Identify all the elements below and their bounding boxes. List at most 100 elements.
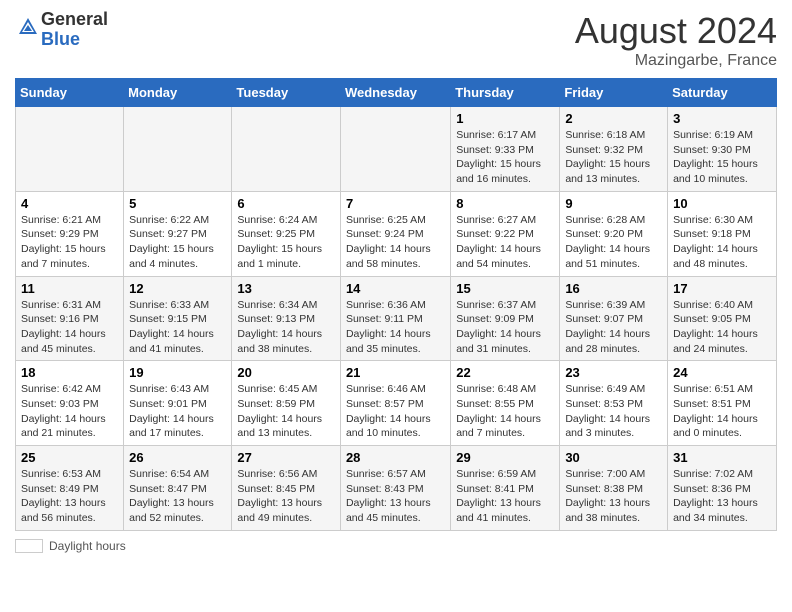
calendar-cell: 19Sunrise: 6:43 AM Sunset: 9:01 PM Dayli… xyxy=(124,361,232,446)
day-info: Sunrise: 6:19 AM Sunset: 9:30 PM Dayligh… xyxy=(673,128,771,187)
day-info: Sunrise: 6:17 AM Sunset: 9:33 PM Dayligh… xyxy=(456,128,554,187)
day-number: 28 xyxy=(346,450,445,465)
calendar-cell: 14Sunrise: 6:36 AM Sunset: 9:11 PM Dayli… xyxy=(340,276,450,361)
day-info: Sunrise: 6:42 AM Sunset: 9:03 PM Dayligh… xyxy=(21,382,118,441)
calendar-cell: 8 Sunrise: 6:27 AM Sunset: 9:22 PM Daylig… xyxy=(451,191,560,276)
calendar-week-row: 1 Sunrise: 6:17 AM Sunset: 9:33 PM Daylig… xyxy=(16,107,777,192)
calendar-cell: 17 Sunrise: 6:40 AM Sunset: 9:05 PM Dayli… xyxy=(668,276,777,361)
day-info: Sunrise: 6:59 AM Sunset: 8:41 PM Dayligh… xyxy=(456,467,554,526)
calendar-week-row: 11 Sunrise: 6:31 AM Sunset: 9:16 PM Dayli… xyxy=(16,276,777,361)
day-info: Sunrise: 6:48 AM Sunset: 8:55 PM Dayligh… xyxy=(456,382,554,441)
day-info: Sunrise: 6:22 AM Sunset: 9:27 PM Dayligh… xyxy=(129,213,226,272)
day-number: 11 xyxy=(21,281,118,296)
day-info: Sunrise: 6:33 AM Sunset: 9:15 PM Dayligh… xyxy=(129,298,226,357)
day-number: 30 xyxy=(565,450,662,465)
calendar-cell: 25 Sunrise: 6:53 AM Sunset: 8:49 PM Dayli… xyxy=(16,446,124,531)
calendar-cell: 4 Sunrise: 6:21 AM Sunset: 9:29 PM Daylig… xyxy=(16,191,124,276)
calendar-cell: 1 Sunrise: 6:17 AM Sunset: 9:33 PM Daylig… xyxy=(451,107,560,192)
calendar-week-row: 4 Sunrise: 6:21 AM Sunset: 9:29 PM Daylig… xyxy=(16,191,777,276)
day-info: Sunrise: 7:02 AM Sunset: 8:36 PM Dayligh… xyxy=(673,467,771,526)
weekday-header-row: SundayMondayTuesdayWednesdayThursdayFrid… xyxy=(16,79,777,107)
calendar-cell: 11 Sunrise: 6:31 AM Sunset: 9:16 PM Dayli… xyxy=(16,276,124,361)
day-info: Sunrise: 6:39 AM Sunset: 9:07 PM Dayligh… xyxy=(565,298,662,357)
calendar-cell xyxy=(16,107,124,192)
day-number: 8 xyxy=(456,196,554,211)
day-number: 13 xyxy=(237,281,335,296)
day-number: 21 xyxy=(346,365,445,380)
calendar-cell xyxy=(340,107,450,192)
day-number: 27 xyxy=(237,450,335,465)
calendar-cell: 27 Sunrise: 6:56 AM Sunset: 8:45 PM Dayli… xyxy=(232,446,341,531)
calendar-cell xyxy=(124,107,232,192)
logo-general: General xyxy=(41,9,108,29)
weekday-header-friday: Friday xyxy=(560,79,668,107)
day-info: Sunrise: 6:54 AM Sunset: 8:47 PM Dayligh… xyxy=(129,467,226,526)
day-number: 6 xyxy=(237,196,335,211)
day-number: 20 xyxy=(237,365,335,380)
day-info: Sunrise: 6:30 AM Sunset: 9:18 PM Dayligh… xyxy=(673,213,771,272)
day-number: 16 xyxy=(565,281,662,296)
logo: General Blue xyxy=(15,10,108,50)
day-number: 25 xyxy=(21,450,118,465)
footer-box xyxy=(15,539,43,553)
calendar-week-row: 18 Sunrise: 6:42 AM Sunset: 9:03 PM Dayli… xyxy=(16,361,777,446)
day-info: Sunrise: 6:27 AM Sunset: 9:22 PM Dayligh… xyxy=(456,213,554,272)
day-info: Sunrise: 6:53 AM Sunset: 8:49 PM Dayligh… xyxy=(21,467,118,526)
location: Mazingarbe, France xyxy=(575,52,777,70)
calendar-cell: 18 Sunrise: 6:42 AM Sunset: 9:03 PM Dayli… xyxy=(16,361,124,446)
day-info: Sunrise: 6:49 AM Sunset: 8:53 PM Dayligh… xyxy=(565,382,662,441)
month-year: August 2024 xyxy=(575,10,777,52)
calendar-cell: 28 Sunrise: 6:57 AM Sunset: 8:43 PM Dayli… xyxy=(340,446,450,531)
day-number: 24 xyxy=(673,365,771,380)
day-info: Sunrise: 6:57 AM Sunset: 8:43 PM Dayligh… xyxy=(346,467,445,526)
calendar-cell xyxy=(232,107,341,192)
day-number: 18 xyxy=(21,365,118,380)
weekday-header-thursday: Thursday xyxy=(451,79,560,107)
day-number: 17 xyxy=(673,281,771,296)
calendar-cell: 5 Sunrise: 6:22 AM Sunset: 9:27 PM Daylig… xyxy=(124,191,232,276)
calendar-cell: 15Sunrise: 6:37 AM Sunset: 9:09 PM Dayli… xyxy=(451,276,560,361)
footer: Daylight hours xyxy=(15,539,777,553)
calendar-cell: 7Sunrise: 6:25 AM Sunset: 9:24 PM Daylig… xyxy=(340,191,450,276)
day-number: 10 xyxy=(673,196,771,211)
logo-text: General Blue xyxy=(41,10,108,50)
calendar-cell: 16 Sunrise: 6:39 AM Sunset: 9:07 PM Dayli… xyxy=(560,276,668,361)
day-number: 26 xyxy=(129,450,226,465)
day-info: Sunrise: 6:46 AM Sunset: 8:57 PM Dayligh… xyxy=(346,382,445,441)
weekday-header-monday: Monday xyxy=(124,79,232,107)
calendar-table: SundayMondayTuesdayWednesdayThursdayFrid… xyxy=(15,78,777,531)
calendar-cell: 26 Sunrise: 6:54 AM Sunset: 8:47 PM Dayli… xyxy=(124,446,232,531)
day-info: Sunrise: 6:21 AM Sunset: 9:29 PM Dayligh… xyxy=(21,213,118,272)
weekday-header-saturday: Saturday xyxy=(668,79,777,107)
day-info: Sunrise: 6:24 AM Sunset: 9:25 PM Dayligh… xyxy=(237,213,335,272)
calendar-cell: 20 Sunrise: 6:45 AM Sunset: 8:59 PM Dayli… xyxy=(232,361,341,446)
day-info: Sunrise: 6:45 AM Sunset: 8:59 PM Dayligh… xyxy=(237,382,335,441)
calendar-cell: 24Sunrise: 6:51 AM Sunset: 8:51 PM Dayli… xyxy=(668,361,777,446)
day-number: 4 xyxy=(21,196,118,211)
day-info: Sunrise: 6:25 AM Sunset: 9:24 PM Dayligh… xyxy=(346,213,445,272)
day-info: Sunrise: 6:43 AM Sunset: 9:01 PM Dayligh… xyxy=(129,382,226,441)
logo-blue: Blue xyxy=(41,29,80,49)
title-block: August 2024 Mazingarbe, France xyxy=(575,10,777,70)
calendar-cell: 30Sunrise: 7:00 AM Sunset: 8:38 PM Dayli… xyxy=(560,446,668,531)
calendar-cell: 13 Sunrise: 6:34 AM Sunset: 9:13 PM Dayli… xyxy=(232,276,341,361)
day-info: Sunrise: 6:56 AM Sunset: 8:45 PM Dayligh… xyxy=(237,467,335,526)
calendar-cell: 23 Sunrise: 6:49 AM Sunset: 8:53 PM Dayli… xyxy=(560,361,668,446)
day-info: Sunrise: 6:36 AM Sunset: 9:11 PM Dayligh… xyxy=(346,298,445,357)
day-number: 23 xyxy=(565,365,662,380)
calendar-cell: 29 Sunrise: 6:59 AM Sunset: 8:41 PM Dayli… xyxy=(451,446,560,531)
day-info: Sunrise: 6:40 AM Sunset: 9:05 PM Dayligh… xyxy=(673,298,771,357)
day-info: Sunrise: 6:37 AM Sunset: 9:09 PM Dayligh… xyxy=(456,298,554,357)
day-number: 5 xyxy=(129,196,226,211)
weekday-header-tuesday: Tuesday xyxy=(232,79,341,107)
day-info: Sunrise: 6:34 AM Sunset: 9:13 PM Dayligh… xyxy=(237,298,335,357)
calendar-cell: 6 Sunrise: 6:24 AM Sunset: 9:25 PM Daylig… xyxy=(232,191,341,276)
day-info: Sunrise: 6:28 AM Sunset: 9:20 PM Dayligh… xyxy=(565,213,662,272)
page-header: General Blue August 2024 Mazingarbe, Fra… xyxy=(15,10,777,70)
day-info: Sunrise: 6:31 AM Sunset: 9:16 PM Dayligh… xyxy=(21,298,118,357)
day-number: 12 xyxy=(129,281,226,296)
day-number: 2 xyxy=(565,111,662,126)
calendar-cell: 9Sunrise: 6:28 AM Sunset: 9:20 PM Daylig… xyxy=(560,191,668,276)
day-number: 29 xyxy=(456,450,554,465)
day-number: 1 xyxy=(456,111,554,126)
